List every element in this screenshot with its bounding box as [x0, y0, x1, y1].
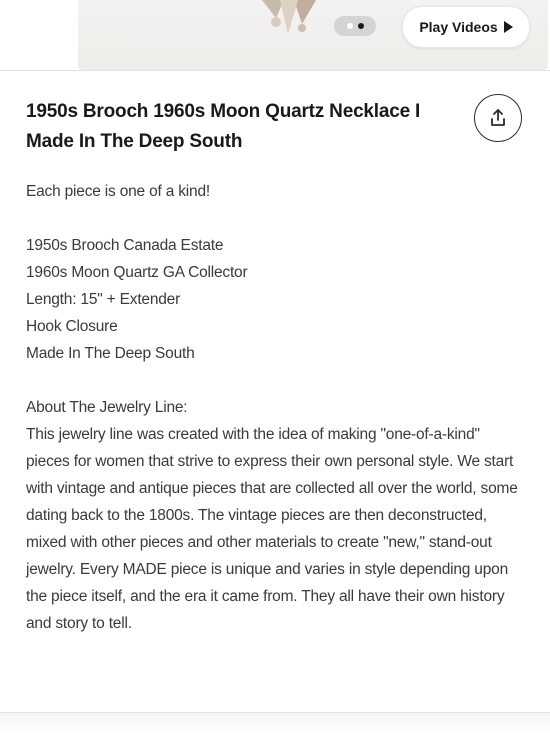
play-videos-label: Play Videos [419, 19, 498, 35]
detail-line: 1960s Moon Quartz GA Collector [26, 264, 248, 281]
carousel-dot[interactable] [346, 23, 353, 29]
about-heading: About The Jewelry Line: [26, 399, 188, 416]
listing-description: Each piece is one of a kind! 1950s Brooc… [26, 178, 526, 637]
media-carousel[interactable]: Play Videos [0, 0, 550, 71]
detail-line: 1950s Brooch Canada Estate [26, 237, 224, 254]
carousel-dot-active[interactable] [357, 23, 364, 29]
share-button[interactable] [474, 94, 522, 142]
about-text: This jewelry line was created with the i… [26, 426, 518, 632]
listing-title: 1950s Brooch 1960s Moon Quartz Necklace … [26, 101, 421, 152]
description-intro: Each piece is one of a kind! [26, 183, 210, 200]
carousel-indicator[interactable] [334, 16, 376, 36]
product-image[interactable]: Play Videos [78, 0, 548, 70]
detail-line: Length: 15" + Extender [26, 291, 181, 308]
detail-line: Made In The Deep South [26, 345, 195, 362]
play-icon [503, 21, 513, 33]
brooch-image-fragment [262, 0, 316, 34]
play-videos-button[interactable]: Play Videos [402, 6, 530, 48]
share-icon [491, 109, 505, 126]
next-section-edge [0, 713, 550, 733]
detail-line: Hook Closure [26, 318, 118, 335]
